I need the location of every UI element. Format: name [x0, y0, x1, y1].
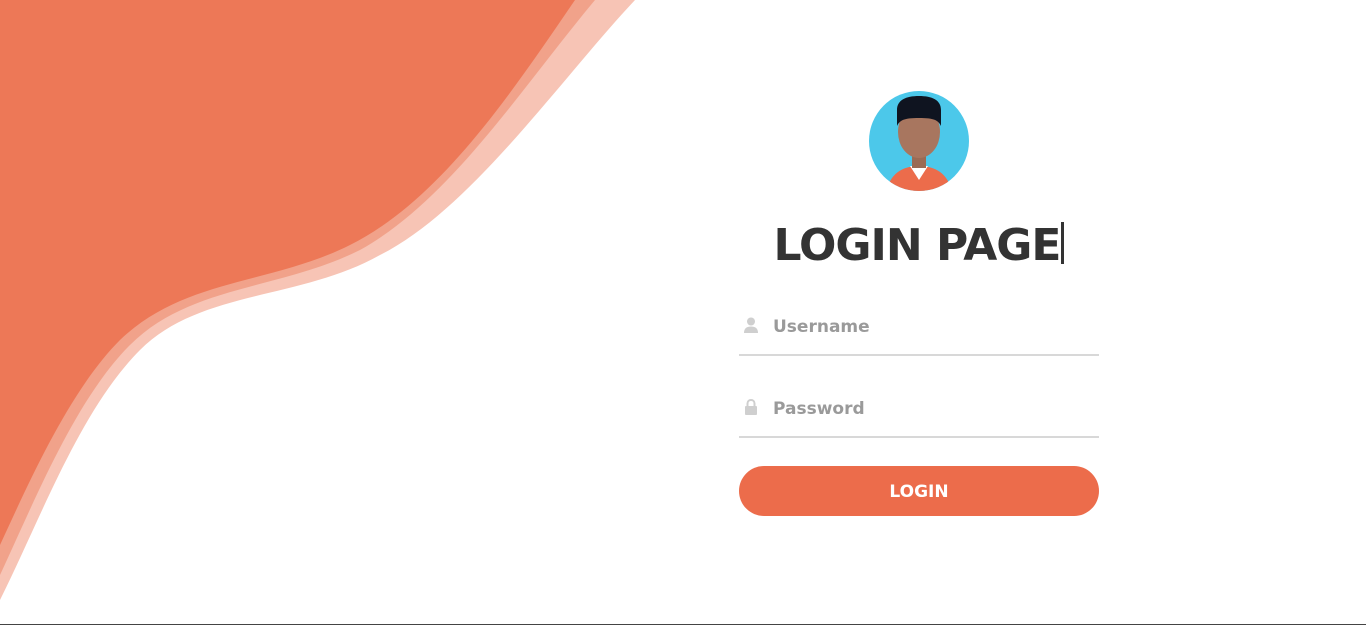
decorative-wave	[0, 0, 635, 600]
avatar-icon	[869, 91, 969, 191]
username-field	[739, 310, 1099, 356]
page-title-text: LOGIN PAGE	[773, 220, 1062, 271]
password-input[interactable]	[773, 394, 1093, 424]
lock-icon	[745, 399, 757, 415]
login-button[interactable]: LOGIN	[739, 466, 1099, 516]
login-page: LOGIN PAGE LOGIN	[0, 0, 1366, 625]
username-input[interactable]	[773, 312, 1093, 342]
page-title: LOGIN PAGE	[739, 220, 1099, 271]
user-icon	[744, 317, 758, 333]
text-caret	[1061, 222, 1065, 264]
password-field	[739, 392, 1099, 438]
